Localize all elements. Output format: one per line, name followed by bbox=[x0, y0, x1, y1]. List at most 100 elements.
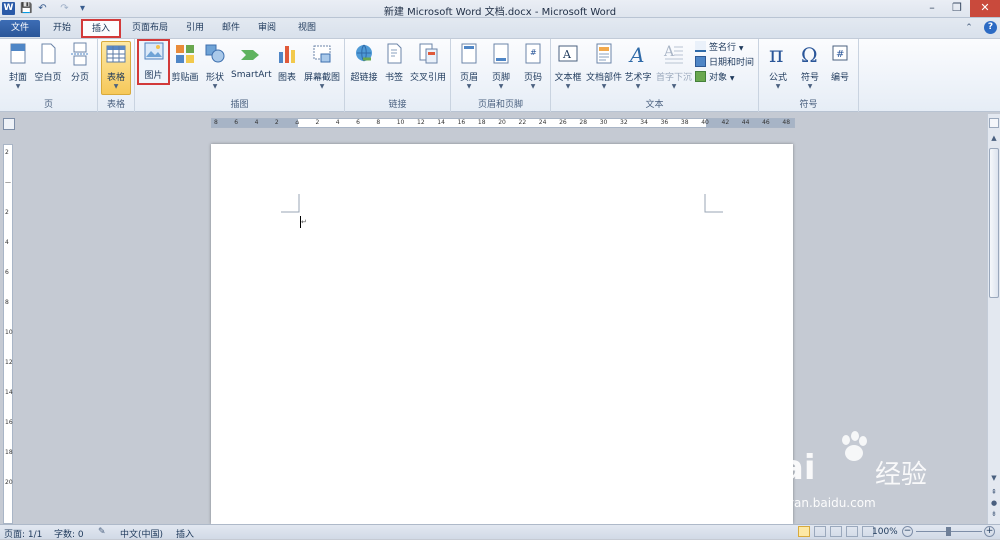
ruler-tick-label: 16 bbox=[5, 419, 13, 426]
language[interactable]: 中文(中国) bbox=[120, 527, 163, 540]
ruler-tick-label: 12 bbox=[417, 119, 425, 126]
tab-insert[interactable]: 插入 bbox=[81, 19, 121, 38]
picture-icon bbox=[144, 42, 163, 60]
zoom-slider-thumb[interactable] bbox=[946, 527, 951, 536]
horizontal-ruler[interactable]: 8 6 4 2 ⌂ 2 4 6 8 10 12 14 16 18 20 22 24 26 28 30 32 34 36 38 4… bbox=[211, 118, 795, 128]
tab-references[interactable]: 引用 bbox=[180, 20, 210, 37]
close-button[interactable]: ✕ bbox=[970, 0, 1000, 17]
svg-text:π: π bbox=[769, 43, 783, 66]
footer-button[interactable]: 页脚 ▼ bbox=[487, 42, 515, 91]
chevron-down-icon: ▼ bbox=[113, 83, 119, 90]
chevron-down-icon: ▼ bbox=[319, 83, 325, 90]
zoom-in-icon[interactable]: + bbox=[984, 526, 995, 537]
drop-cap-button[interactable]: A 首字下沉 ▼ bbox=[655, 42, 693, 91]
date-time-button[interactable]: 日期和时间 bbox=[695, 56, 754, 70]
scroll-thumb[interactable] bbox=[989, 148, 999, 298]
wordart-button[interactable]: A 艺术字 ▼ bbox=[623, 42, 653, 91]
svg-text:Ω: Ω bbox=[801, 43, 818, 66]
tab-selector-button[interactable] bbox=[3, 118, 15, 130]
ruler-tick-label: 14 bbox=[437, 119, 445, 126]
header-icon bbox=[461, 43, 477, 64]
tab-home[interactable]: 开始 bbox=[44, 20, 80, 37]
tab-view[interactable]: 视图 bbox=[290, 20, 324, 37]
zoom-out-icon[interactable]: − bbox=[902, 526, 913, 537]
header-button[interactable]: 页眉 ▼ bbox=[455, 42, 483, 91]
minimize-ribbon-icon[interactable]: ⌃ bbox=[962, 20, 976, 37]
numbering-icon: # bbox=[832, 45, 848, 61]
full-screen-reading-icon[interactable] bbox=[814, 526, 826, 537]
wordart-icon: A bbox=[628, 43, 644, 66]
ruler-tick-label: 16 bbox=[457, 119, 466, 126]
ruler-tick-label: 8 bbox=[376, 119, 381, 126]
help-icon[interactable]: ? bbox=[984, 21, 997, 34]
outline-icon[interactable] bbox=[846, 526, 858, 537]
cover-page-button[interactable]: 封面 ▼ bbox=[4, 42, 32, 91]
chevron-down-icon: ▼ bbox=[466, 83, 472, 90]
page-number-button[interactable]: # 页码 ▼ bbox=[519, 42, 547, 91]
numbering-button[interactable]: # 编号 bbox=[825, 42, 855, 83]
shapes-button[interactable]: 形状 ▼ bbox=[201, 42, 229, 91]
tab-page-layout[interactable]: 页面布局 bbox=[124, 20, 176, 37]
text-box-button[interactable]: A 文本框 ▼ bbox=[553, 42, 583, 91]
text-box-label: 文本框 bbox=[554, 73, 582, 83]
text-box-icon: A bbox=[558, 45, 578, 62]
ruler-toggle-icon[interactable] bbox=[989, 118, 999, 128]
zoom-level[interactable]: 100% bbox=[872, 527, 898, 537]
screenshot-button[interactable]: 屏幕截图 ▼ bbox=[303, 42, 341, 91]
cover-page-label: 封面 bbox=[8, 73, 27, 83]
ruler-tick-label: 2 bbox=[5, 149, 9, 156]
footer-icon bbox=[493, 43, 509, 64]
chevron-down-icon: ▼ bbox=[738, 45, 744, 52]
bookmark-label: 书签 bbox=[384, 73, 403, 83]
quick-parts-button[interactable]: 文档部件 ▼ bbox=[585, 42, 623, 91]
margin-corner-top-right bbox=[704, 194, 723, 213]
table-button[interactable]: 表格 ▼ bbox=[101, 41, 131, 95]
symbol-button[interactable]: Ω 符号 ▼ bbox=[795, 42, 825, 91]
next-page-icon[interactable]: ⇟ bbox=[989, 510, 999, 520]
object-button[interactable]: 对象 ▼ bbox=[695, 71, 735, 85]
ruler-tick-label: 46 bbox=[762, 119, 770, 126]
signature-line-button[interactable]: 签名行 ▼ bbox=[695, 41, 744, 55]
previous-page-icon[interactable]: ⇞ bbox=[989, 488, 999, 498]
page-break-button[interactable]: 分页 bbox=[66, 42, 94, 83]
scroll-up-icon[interactable]: ▲ bbox=[989, 134, 999, 144]
smartart-button[interactable]: SmartArt bbox=[231, 42, 272, 80]
word-count[interactable]: 字数: 0 bbox=[54, 527, 84, 540]
clip-art-button[interactable]: 剪贴画 bbox=[171, 42, 199, 83]
vertical-scrollbar[interactable]: ▲ ▼ ⇞ ● ⇟ bbox=[987, 114, 1000, 524]
select-browse-object-icon[interactable]: ● bbox=[989, 499, 999, 509]
cross-reference-button[interactable]: 交叉引用 bbox=[408, 42, 448, 83]
chart-label: 图表 bbox=[277, 73, 296, 83]
svg-text:A: A bbox=[628, 43, 644, 66]
restore-button[interactable]: ❐ bbox=[945, 0, 969, 17]
ruler-tick-label: 48 bbox=[782, 119, 791, 126]
ruler-tick-label: 6 bbox=[234, 119, 239, 126]
chevron-down-icon: ▼ bbox=[601, 83, 607, 90]
picture-button[interactable]: 图片 bbox=[137, 39, 170, 85]
wordart-label: 艺术字 bbox=[624, 73, 652, 83]
web-layout-icon[interactable] bbox=[830, 526, 842, 537]
hyperlink-button[interactable]: 超链接 bbox=[348, 42, 380, 83]
chart-button[interactable]: 图表 bbox=[273, 42, 301, 83]
chevron-down-icon: ▼ bbox=[15, 83, 21, 90]
blank-page-button[interactable]: 空白页 bbox=[33, 42, 63, 83]
tab-mailings[interactable]: 邮件 bbox=[216, 20, 246, 37]
ruler-tick-label: 4 bbox=[5, 239, 9, 246]
scroll-down-icon[interactable]: ▼ bbox=[989, 474, 999, 484]
insert-mode[interactable]: 插入 bbox=[176, 527, 194, 540]
document-page[interactable]: ↵ bbox=[211, 144, 793, 524]
tab-file[interactable]: 文件 bbox=[0, 20, 40, 37]
page-count[interactable]: 页面: 1/1 bbox=[4, 527, 42, 540]
group-links: 超链接 书签 交叉引用 链接 bbox=[345, 39, 451, 112]
proofing-icon[interactable]: ✎ bbox=[98, 527, 106, 537]
print-layout-icon[interactable] bbox=[798, 526, 810, 537]
chevron-down-icon: ▼ bbox=[807, 83, 813, 90]
minimize-button[interactable]: – bbox=[920, 0, 944, 17]
blank-page-icon bbox=[41, 43, 56, 64]
cover-page-icon bbox=[10, 43, 26, 64]
chevron-down-icon: ▼ bbox=[635, 83, 641, 90]
bookmark-button[interactable]: 书签 bbox=[382, 42, 406, 83]
equation-button[interactable]: π 公式 ▼ bbox=[763, 42, 793, 91]
vertical-ruler[interactable]: 2 — 2 4 6 8 10 12 14 16 18 20 bbox=[3, 144, 13, 524]
tab-review[interactable]: 审阅 bbox=[252, 20, 282, 37]
